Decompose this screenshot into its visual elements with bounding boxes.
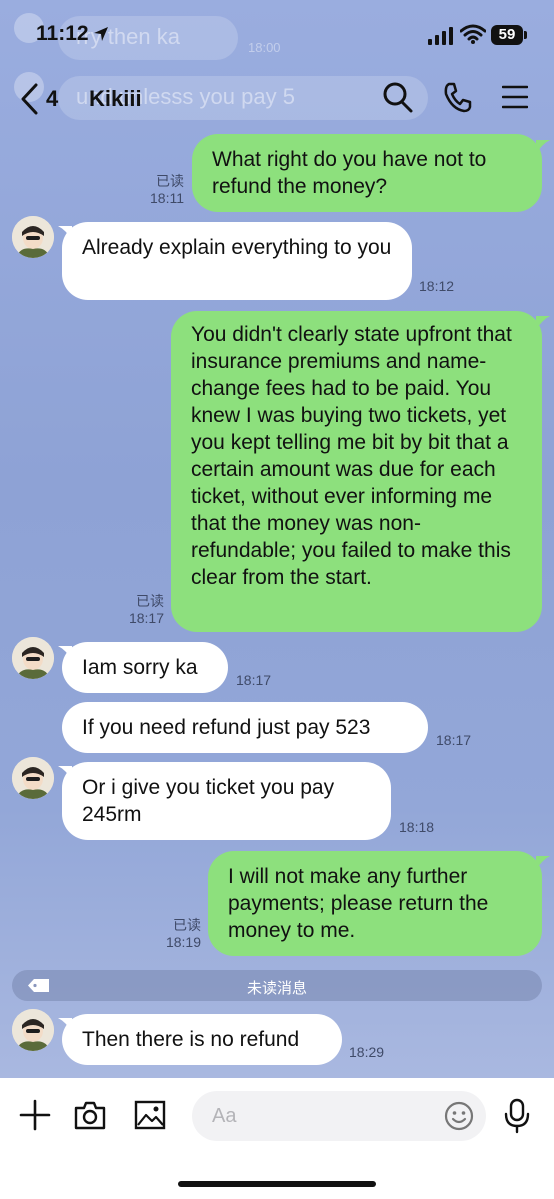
bubble-tail <box>536 140 550 154</box>
unread-messages-label: 未读消息 <box>246 980 307 997</box>
avatar-image <box>12 1009 54 1051</box>
contact-name[interactable]: Kikiii <box>89 86 142 112</box>
unread-messages-divider: 未读消息 <box>12 970 542 1001</box>
message-input[interactable] <box>192 1091 486 1141</box>
cellular-signal-icon <box>428 27 453 45</box>
plus-icon[interactable] <box>18 1098 52 1132</box>
battery-tip <box>524 31 527 39</box>
location-arrow-icon <box>94 27 108 41</box>
bubble-tail <box>58 226 72 240</box>
emoji-icon[interactable] <box>444 1101 474 1131</box>
read-receipt: 已读 <box>156 173 184 189</box>
phone-icon[interactable] <box>442 80 472 114</box>
search-icon[interactable] <box>382 80 414 114</box>
home-indicator <box>178 1181 376 1187</box>
contact-avatar[interactable] <box>12 216 54 258</box>
message-time: 18:17 <box>236 672 272 688</box>
menu-icon[interactable] <box>502 80 528 114</box>
avatar-image <box>12 637 54 679</box>
microphone-icon[interactable] <box>503 1098 531 1134</box>
contact-avatar[interactable] <box>12 757 54 799</box>
incoming-message-bubble[interactable]: If you need refund just pay 523 <box>62 702 428 753</box>
outgoing-message-bubble[interactable]: What right do you have not to refund the… <box>192 134 542 212</box>
bubble-tail <box>58 1018 72 1032</box>
contact-avatar[interactable] <box>12 1009 54 1051</box>
outgoing-message-bubble[interactable]: You didn't clearly state upfront that in… <box>171 311 542 632</box>
battery-indicator: 59 <box>491 25 523 45</box>
message-time: 18:29 <box>349 1044 385 1060</box>
camera-icon[interactable] <box>73 1098 107 1132</box>
message-time: 18:18 <box>399 819 435 835</box>
incoming-message-bubble[interactable]: Already explain everything to you <box>62 222 412 300</box>
incoming-message-bubble[interactable]: Iam sorry ka <box>62 642 228 693</box>
message-time: 18:12 <box>419 278 455 294</box>
bubble-tail <box>536 856 550 870</box>
bubble-tail <box>536 316 550 330</box>
bubble-tail <box>58 646 72 660</box>
read-receipt: 已读 <box>136 593 164 609</box>
message-time: 18:19 <box>165 934 201 950</box>
message-time: 18:17 <box>436 732 472 748</box>
image-icon[interactable] <box>133 1098 167 1132</box>
avatar-image <box>12 216 54 258</box>
bubble-tail <box>58 766 72 780</box>
back-unread-count[interactable]: 4 <box>46 86 58 112</box>
incoming-message-bubble[interactable]: Then there is no refund <box>62 1014 342 1065</box>
read-receipt: 已读 <box>173 917 201 933</box>
status-time: 11:12 <box>36 22 89 45</box>
outgoing-message-bubble[interactable]: I will not make any further payments; pl… <box>208 851 542 956</box>
avatar-image <box>12 757 54 799</box>
message-time: 18:11 <box>150 190 184 206</box>
incoming-message-bubble[interactable]: Or i give you ticket you pay 245rm <box>62 762 391 840</box>
message-time: 18:17 <box>128 610 164 626</box>
status-bar: 11:12 59 <box>0 0 554 70</box>
contact-avatar[interactable] <box>12 637 54 679</box>
wifi-icon <box>460 24 486 44</box>
chevron-left-icon[interactable] <box>18 82 40 116</box>
chat-header: 4 Kikiii <box>0 70 554 128</box>
